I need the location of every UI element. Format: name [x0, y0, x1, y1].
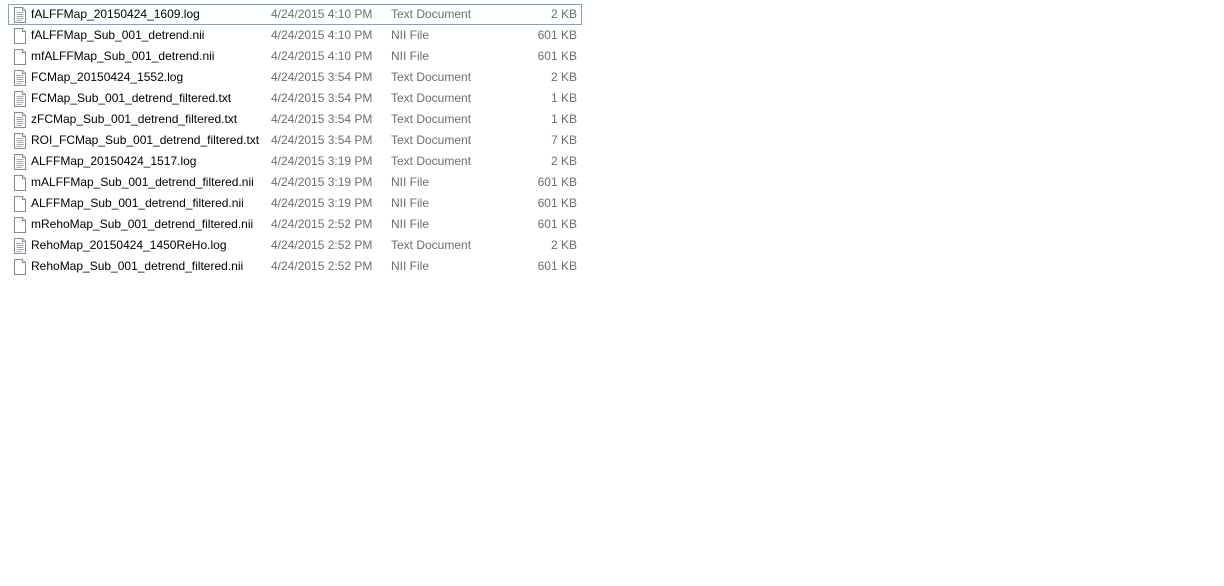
- date-modified: 4/24/2015 2:52 PM: [271, 259, 373, 273]
- file-name: ALFFMap_Sub_001_detrend_filtered.nii: [31, 196, 244, 210]
- file-type: NII File: [391, 175, 430, 189]
- text-document-icon: [13, 70, 27, 86]
- file-type: Text Document: [391, 7, 472, 21]
- file-name: RehoMap_20150424_1450ReHo.log: [31, 238, 227, 252]
- date-modified: 4/24/2015 3:54 PM: [271, 112, 373, 126]
- text-document-icon: [13, 112, 27, 128]
- file-row[interactable]: mALFFMap_Sub_001_detrend_filtered.nii 4/…: [8, 172, 582, 193]
- file-row[interactable]: mRehoMap_Sub_001_detrend_filtered.nii 4/…: [8, 214, 582, 235]
- file-row[interactable]: FCMap_20150424_1552.log 4/24/2015 3:54 P…: [8, 67, 582, 88]
- file-type: Text Document: [391, 133, 472, 147]
- date-modified: 4/24/2015 3:54 PM: [271, 91, 373, 105]
- text-document-icon: [13, 154, 27, 170]
- file-size: 7 KB: [550, 133, 577, 147]
- date-modified: 4/24/2015 4:10 PM: [271, 28, 373, 42]
- date-modified: 4/24/2015 2:52 PM: [271, 238, 373, 252]
- file-row[interactable]: mfALFFMap_Sub_001_detrend.nii 4/24/2015 …: [8, 46, 582, 67]
- date-modified: 4/24/2015 3:19 PM: [271, 175, 373, 189]
- file-size: 601 KB: [537, 217, 577, 231]
- file-row[interactable]: ALFFMap_Sub_001_detrend_filtered.nii 4/2…: [8, 193, 582, 214]
- file-row[interactable]: fALFFMap_20150424_1609.log 4/24/2015 4:1…: [8, 4, 582, 25]
- file-type: Text Document: [391, 112, 472, 126]
- file-size: 2 KB: [550, 154, 577, 168]
- file-type: Text Document: [391, 238, 472, 252]
- date-modified: 4/24/2015 2:52 PM: [271, 217, 373, 231]
- file-type: NII File: [391, 49, 430, 63]
- file-size: 601 KB: [537, 175, 577, 189]
- generic-file-icon: [13, 259, 27, 275]
- file-name: fALFFMap_Sub_001_detrend.nii: [31, 28, 205, 42]
- file-type: NII File: [391, 196, 430, 210]
- file-name: mALFFMap_Sub_001_detrend_filtered.nii: [31, 175, 254, 189]
- file-type: NII File: [391, 259, 430, 273]
- generic-file-icon: [13, 217, 27, 233]
- date-modified: 4/24/2015 3:19 PM: [271, 154, 373, 168]
- file-size: 601 KB: [537, 28, 577, 42]
- file-name: ROI_FCMap_Sub_001_detrend_filtered.txt: [31, 133, 260, 147]
- date-modified: 4/24/2015 3:19 PM: [271, 196, 373, 210]
- generic-file-icon: [13, 28, 27, 44]
- file-size: 601 KB: [537, 49, 577, 63]
- generic-file-icon: [13, 49, 27, 65]
- file-name: RehoMap_Sub_001_detrend_filtered.nii: [31, 259, 244, 273]
- file-name: fALFFMap_20150424_1609.log: [31, 7, 200, 21]
- file-row[interactable]: ROI_FCMap_Sub_001_detrend_filtered.txt 4…: [8, 130, 582, 151]
- text-document-icon: [13, 91, 27, 107]
- file-size: 2 KB: [550, 7, 577, 21]
- file-type: Text Document: [391, 154, 472, 168]
- date-modified: 4/24/2015 3:54 PM: [271, 70, 373, 84]
- date-modified: 4/24/2015 4:10 PM: [271, 7, 373, 21]
- file-name: zFCMap_Sub_001_detrend_filtered.txt: [31, 112, 238, 126]
- file-row[interactable]: FCMap_Sub_001_detrend_filtered.txt 4/24/…: [8, 88, 582, 109]
- date-modified: 4/24/2015 3:54 PM: [271, 133, 373, 147]
- file-size: 1 KB: [550, 91, 577, 105]
- file-size: 601 KB: [537, 196, 577, 210]
- file-size: 2 KB: [550, 238, 577, 252]
- text-document-icon: [13, 238, 27, 254]
- file-type: NII File: [391, 28, 430, 42]
- file-row[interactable]: zFCMap_Sub_001_detrend_filtered.txt 4/24…: [8, 109, 582, 130]
- file-row[interactable]: RehoMap_Sub_001_detrend_filtered.nii 4/2…: [8, 256, 582, 277]
- file-size: 1 KB: [550, 112, 577, 126]
- file-size: 2 KB: [550, 70, 577, 84]
- file-name: mRehoMap_Sub_001_detrend_filtered.nii: [31, 217, 254, 231]
- file-row[interactable]: ALFFMap_20150424_1517.log 4/24/2015 3:19…: [8, 151, 582, 172]
- file-row[interactable]: fALFFMap_Sub_001_detrend.nii 4/24/2015 4…: [8, 25, 582, 46]
- file-type: NII File: [391, 217, 430, 231]
- file-row[interactable]: RehoMap_20150424_1450ReHo.log 4/24/2015 …: [8, 235, 582, 256]
- file-type: Text Document: [391, 70, 472, 84]
- file-type: Text Document: [391, 91, 472, 105]
- file-name: mfALFFMap_Sub_001_detrend.nii: [31, 49, 215, 63]
- file-name: ALFFMap_20150424_1517.log: [31, 154, 197, 168]
- generic-file-icon: [13, 196, 27, 212]
- file-name: FCMap_20150424_1552.log: [31, 70, 184, 84]
- text-document-icon: [13, 133, 27, 149]
- date-modified: 4/24/2015 4:10 PM: [271, 49, 373, 63]
- generic-file-icon: [13, 175, 27, 191]
- text-document-icon: [13, 7, 27, 23]
- file-list: fALFFMap_20150424_1609.log 4/24/2015 4:1…: [8, 4, 582, 277]
- file-size: 601 KB: [537, 259, 577, 273]
- file-name: FCMap_Sub_001_detrend_filtered.txt: [31, 91, 232, 105]
